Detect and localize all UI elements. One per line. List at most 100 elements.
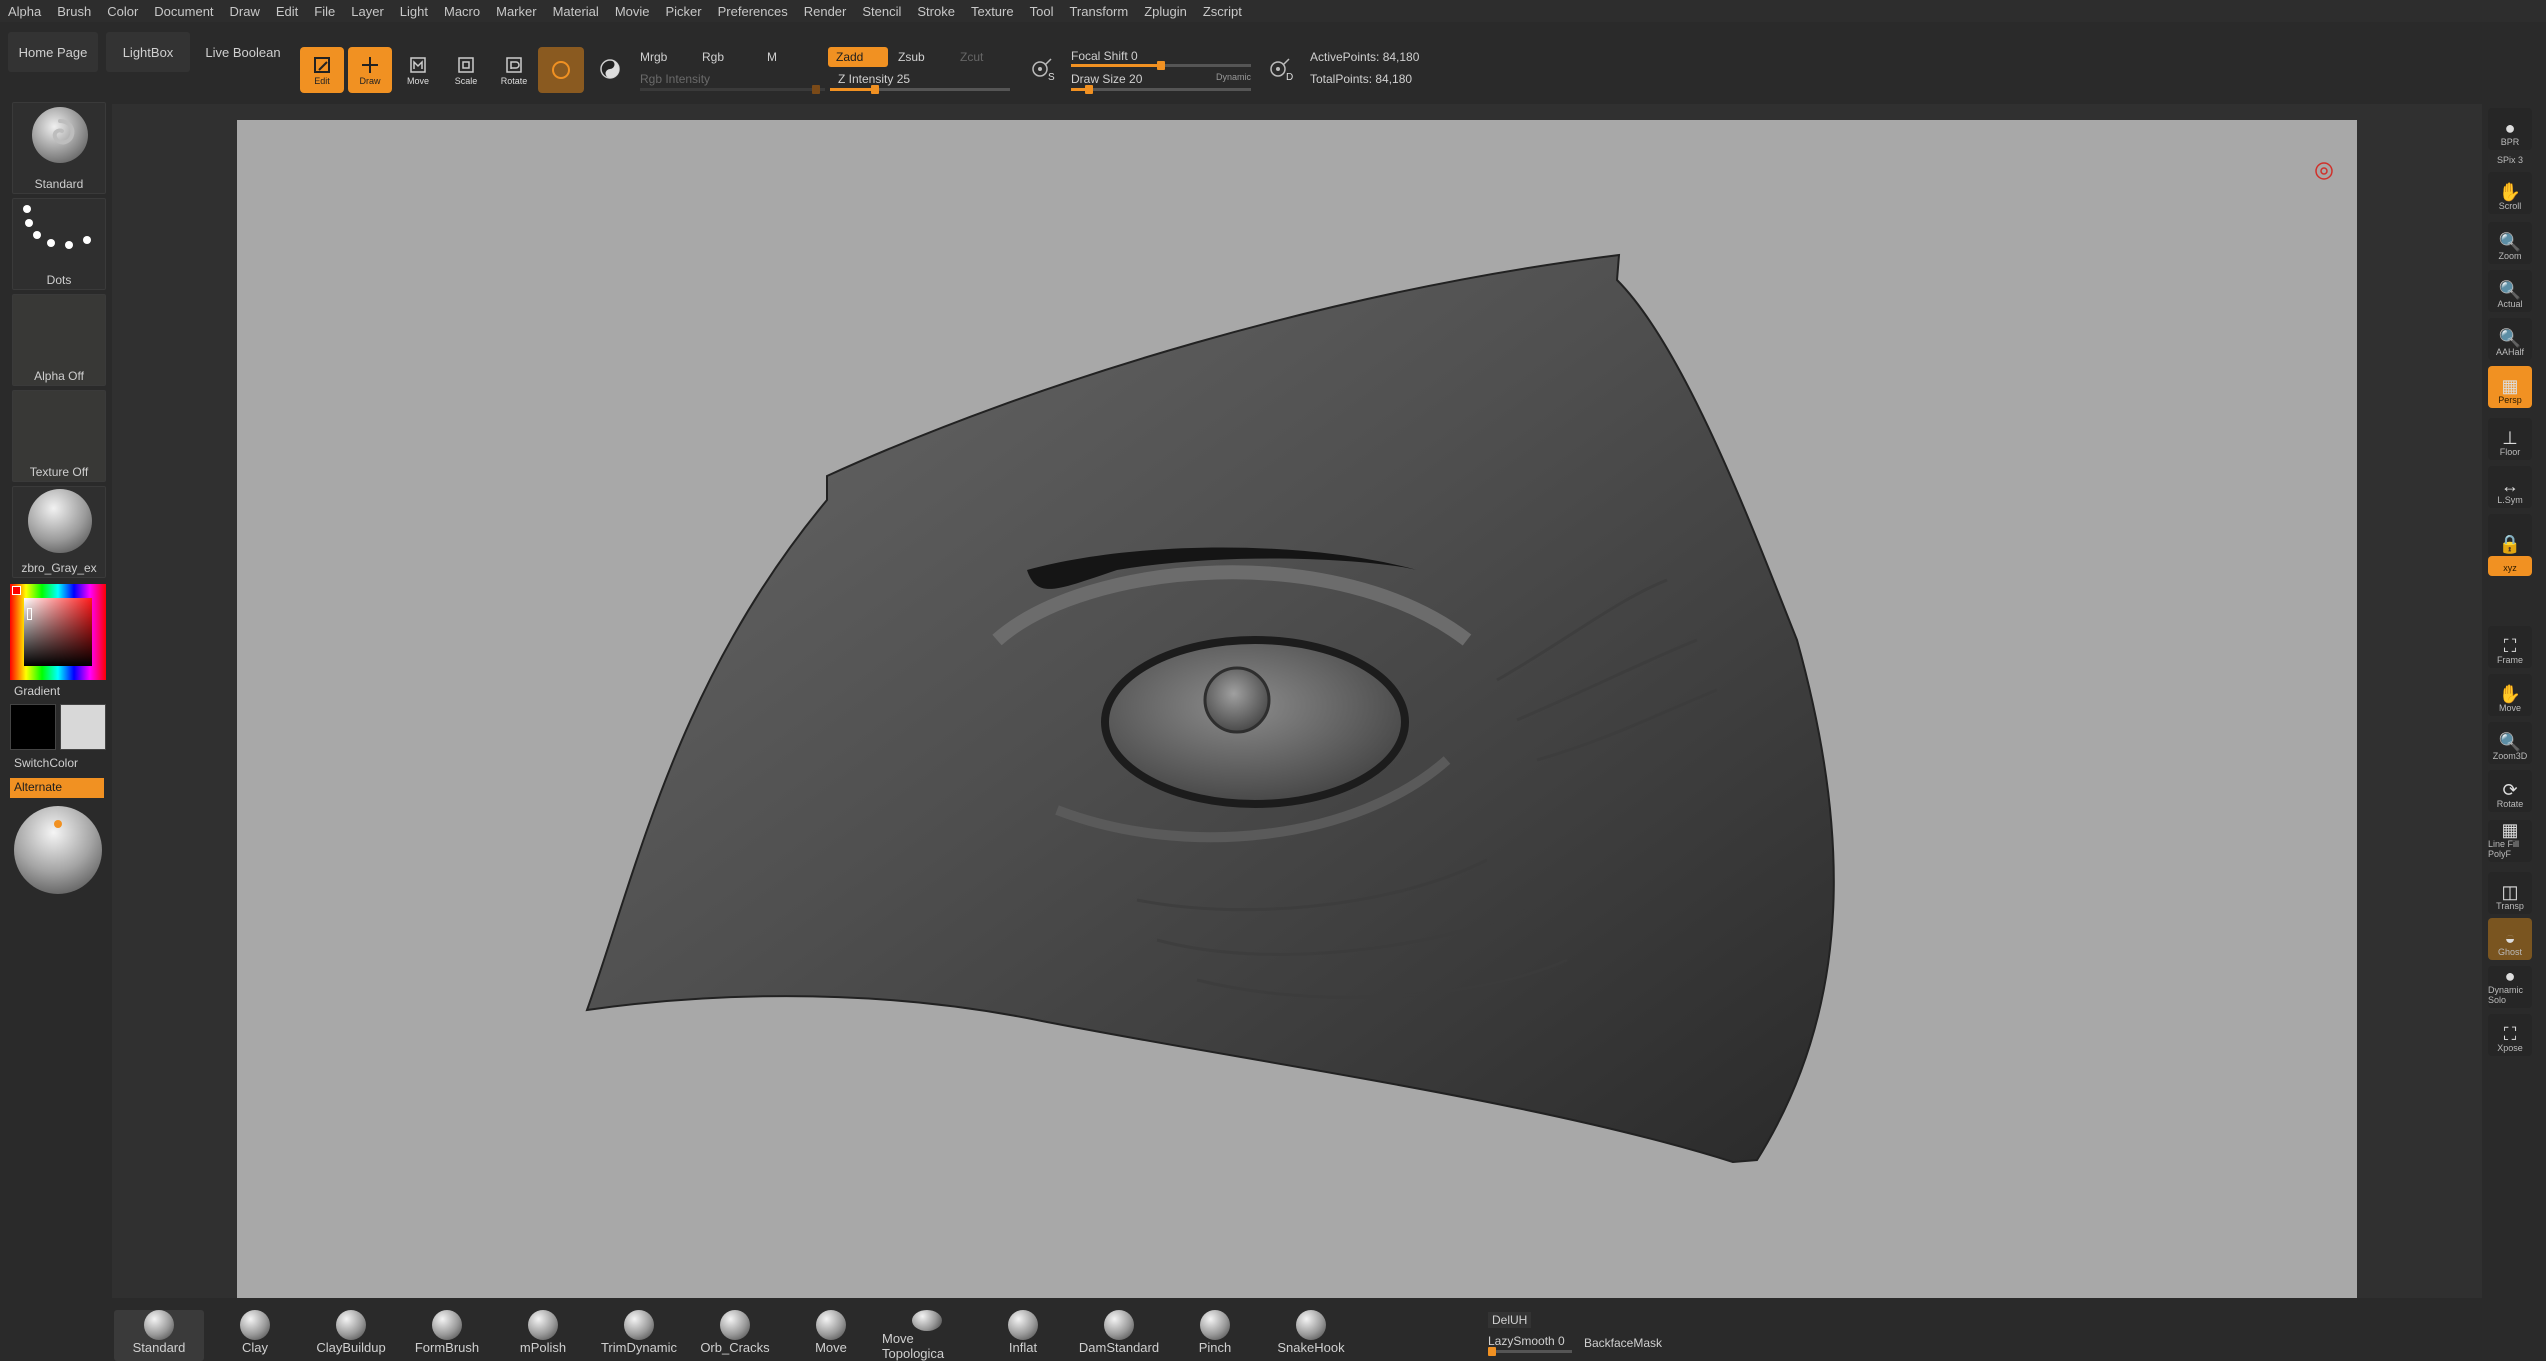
tool-draw-button[interactable]: Draw xyxy=(348,47,392,93)
brush-clay-button[interactable]: Clay xyxy=(210,1310,300,1361)
lazysmooth-knob[interactable] xyxy=(1488,1347,1496,1356)
mrgb-toggle[interactable]: Mrgb xyxy=(640,50,667,64)
right-lsym-button[interactable]: ↔ L.Sym xyxy=(2488,466,2532,508)
material-slot[interactable]: zbro_Gray_ex xyxy=(12,486,106,578)
menu-item-texture[interactable]: Texture xyxy=(971,4,1014,19)
menu-item-marker[interactable]: Marker xyxy=(496,4,536,19)
focal-shift-slider[interactable] xyxy=(1071,61,1251,70)
right-polyf-button[interactable]: ▦ Line Fill PolyF xyxy=(2488,820,2532,862)
brush-trimdynamic-button[interactable]: TrimDynamic xyxy=(594,1310,684,1361)
document-canvas[interactable] xyxy=(237,120,2357,1302)
menu-item-draw[interactable]: Draw xyxy=(230,4,260,19)
menu-item-stencil[interactable]: Stencil xyxy=(862,4,901,19)
menu-item-picker[interactable]: Picker xyxy=(666,4,702,19)
stroke-slot[interactable]: Dots xyxy=(12,198,106,290)
rgb-toggle[interactable]: Rgb xyxy=(702,50,724,64)
menu-item-alpha[interactable]: Alpha xyxy=(8,4,41,19)
m-toggle[interactable]: M xyxy=(767,50,777,64)
tool-move-button[interactable]: Move xyxy=(396,47,440,93)
focal-shift-s-button[interactable]: S xyxy=(1024,50,1060,86)
material-preview-button[interactable] xyxy=(538,47,584,93)
right-ghost-button[interactable]: ◒ Ghost xyxy=(2488,918,2532,960)
backfacemask-toggle[interactable]: BackfaceMask xyxy=(1584,1336,1662,1350)
right-transp-button[interactable]: ◫ Transp xyxy=(2488,872,2532,914)
switchcolor-button[interactable]: SwitchColor xyxy=(14,756,78,770)
menu-item-file[interactable]: File xyxy=(314,4,335,19)
color-cursor[interactable] xyxy=(27,608,32,620)
menu-item-preferences[interactable]: Preferences xyxy=(718,4,788,19)
menu-item-material[interactable]: Material xyxy=(553,4,599,19)
gradient-label[interactable]: Gradient xyxy=(14,684,60,698)
lightbox-button[interactable]: LightBox xyxy=(106,32,190,72)
menu-item-zscript[interactable]: Zscript xyxy=(1203,4,1242,19)
right-move-button[interactable]: ✋ Move xyxy=(2488,674,2532,716)
right-scroll-button[interactable]: ✋ Scroll xyxy=(2488,172,2532,214)
main-color-swatch[interactable] xyxy=(10,704,56,750)
menu-item-color[interactable]: Color xyxy=(107,4,138,19)
z-intensity-slider[interactable] xyxy=(830,85,1010,94)
live-boolean-button[interactable]: Live Boolean xyxy=(198,32,288,72)
menu-item-transform[interactable]: Transform xyxy=(1069,4,1128,19)
right-floor-button[interactable]: ⊥ Floor xyxy=(2488,418,2532,460)
deluh-button[interactable]: DelUH xyxy=(1488,1312,1532,1328)
brush-formbrush-button[interactable]: FormBrush xyxy=(402,1310,492,1361)
menu-item-document[interactable]: Document xyxy=(154,4,213,19)
draw-size-knob[interactable] xyxy=(1085,85,1093,94)
brush-claybuildup-button[interactable]: ClayBuildup xyxy=(306,1310,396,1361)
brush-move-topologica-button[interactable]: Move Topologica xyxy=(882,1310,972,1361)
zadd-toggle[interactable]: Zadd xyxy=(828,47,888,67)
right-spix-button[interactable]: SPix 3 xyxy=(2488,146,2532,168)
brush-orb_cracks-button[interactable]: Orb_Cracks xyxy=(690,1310,780,1361)
brush-damstandard-button[interactable]: DamStandard xyxy=(1074,1310,1164,1361)
brush-standard-button[interactable]: Standard xyxy=(114,1310,204,1361)
menu-item-brush[interactable]: Brush xyxy=(57,4,91,19)
right-bpr-button[interactable]: ● BPR xyxy=(2488,108,2532,150)
draw-size-d-button[interactable]: D xyxy=(1262,50,1298,86)
draw-size-slider[interactable] xyxy=(1071,85,1251,94)
menu-item-light[interactable]: Light xyxy=(400,4,428,19)
lazysmooth-slider[interactable] xyxy=(1488,1347,1572,1356)
menu-item-edit[interactable]: Edit xyxy=(276,4,298,19)
menu-item-tool[interactable]: Tool xyxy=(1030,4,1054,19)
right-zoom-button[interactable]: 🔍 Zoom xyxy=(2488,222,2532,264)
brush-inflat-button[interactable]: Inflat xyxy=(978,1310,1068,1361)
focal-shift-knob[interactable] xyxy=(1157,61,1165,70)
menu-item-zplugin[interactable]: Zplugin xyxy=(1144,4,1187,19)
light-sphere[interactable] xyxy=(14,806,102,894)
z-intensity-knob[interactable] xyxy=(871,85,879,94)
brush-pinch-button[interactable]: Pinch xyxy=(1170,1310,1260,1361)
alpha-slot[interactable]: Alpha Off xyxy=(12,294,106,386)
zsub-toggle[interactable]: Zsub xyxy=(890,47,950,67)
saturation-value-picker[interactable] xyxy=(24,598,92,666)
tool-scale-button[interactable]: Scale xyxy=(444,47,488,93)
right-frame-button[interactable]: ⛶ Frame xyxy=(2488,626,2532,668)
brush-move-button[interactable]: Move xyxy=(786,1310,876,1361)
right-solo-button[interactable]: ● Dynamic Solo xyxy=(2488,966,2532,1008)
secondary-color-swatch[interactable] xyxy=(60,704,106,750)
right-lock-button[interactable]: 🔒 xyxy=(2488,514,2532,556)
right-xyz-button[interactable]: xyz xyxy=(2488,556,2532,576)
dynamic-toggle[interactable]: Dynamic xyxy=(1216,72,1251,82)
right-xpose-button[interactable]: ⛶ Xpose xyxy=(2488,1014,2532,1056)
color-toggle-button[interactable] xyxy=(588,47,632,91)
rgb-intensity-knob[interactable] xyxy=(812,85,820,94)
brush-mpolish-button[interactable]: mPolish xyxy=(498,1310,588,1361)
menu-item-layer[interactable]: Layer xyxy=(351,4,384,19)
tool-rotate-button[interactable]: Rotate xyxy=(492,47,536,93)
menu-item-movie[interactable]: Movie xyxy=(615,4,650,19)
home-page-button[interactable]: Home Page xyxy=(8,32,98,72)
right-aahalf-button[interactable]: 🔍 AAHalf xyxy=(2488,318,2532,360)
right-zoom3d-button[interactable]: 🔍 Zoom3D xyxy=(2488,722,2532,764)
hue-ring[interactable] xyxy=(10,584,106,680)
right-actual-button[interactable]: 🔍 Actual xyxy=(2488,270,2532,312)
hue-marker[interactable] xyxy=(12,586,21,595)
tool-edit-button[interactable]: Edit xyxy=(300,47,344,93)
rgb-intensity-slider[interactable] xyxy=(640,85,825,94)
right-persp-button[interactable]: ▦ Persp xyxy=(2488,366,2532,408)
alternate-button[interactable]: Alternate xyxy=(10,778,104,798)
texture-slot[interactable]: Texture Off xyxy=(12,390,106,482)
menu-item-stroke[interactable]: Stroke xyxy=(917,4,955,19)
menu-item-render[interactable]: Render xyxy=(804,4,847,19)
right-rotate-button[interactable]: ⟳ Rotate xyxy=(2488,770,2532,812)
brush-slot[interactable]: Standard xyxy=(12,102,106,194)
